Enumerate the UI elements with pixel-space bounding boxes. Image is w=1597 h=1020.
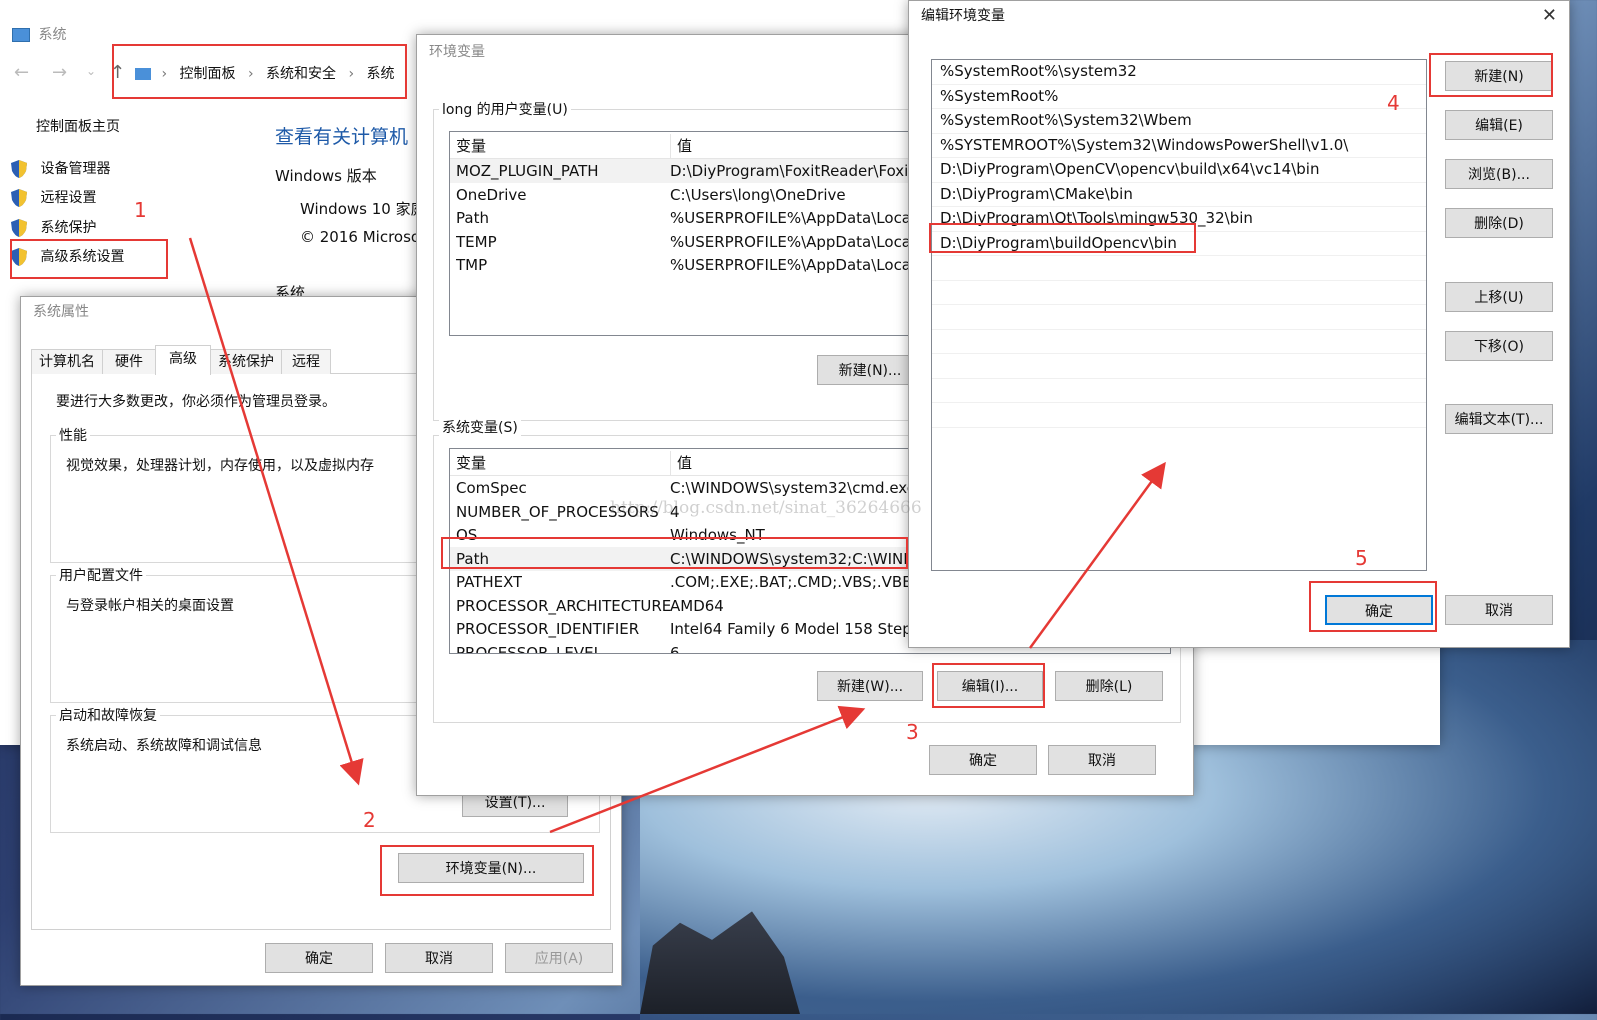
annotation-arrows: [188, 237, 1166, 834]
arrow-to-edit-dialog: [1028, 461, 1166, 649]
arrow-to-edit-button: [549, 705, 866, 834]
arrow-to-env-button: [188, 237, 364, 786]
